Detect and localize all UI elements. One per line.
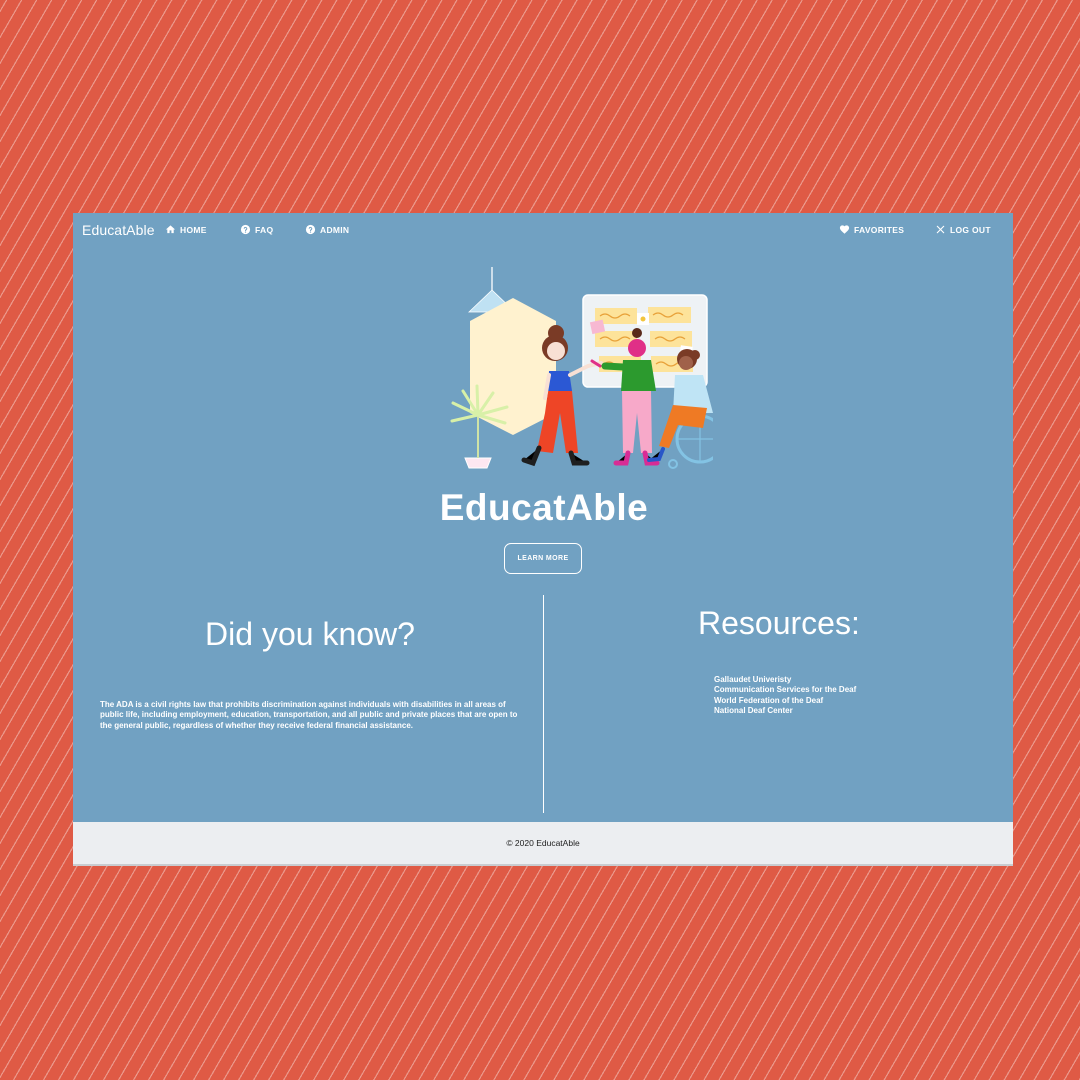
copyright-text: © 2020 EducatAble — [506, 838, 580, 848]
home-icon — [165, 225, 176, 234]
resources-heading: Resources: — [698, 605, 860, 641]
nav-faq-label: FAQ — [255, 224, 274, 235]
app-screen: EducatAble HOME FAQ ADMIN FAVORITES LOG … — [73, 213, 1013, 866]
resource-link[interactable]: World Federation of the Deaf — [714, 696, 856, 706]
nav-faq[interactable]: FAQ — [240, 224, 273, 235]
hero-title: EducatAble — [73, 487, 1013, 529]
did-you-know-heading: Did you know? — [205, 616, 415, 652]
navbar: EducatAble HOME FAQ ADMIN FAVORITES LOG … — [73, 213, 1013, 249]
resource-link[interactable]: National Deaf Center — [714, 706, 856, 716]
nav-favorites[interactable]: FAVORITES — [839, 224, 904, 235]
footer: © 2020 EducatAble — [73, 822, 1013, 866]
close-icon — [936, 225, 945, 234]
nav-home[interactable]: HOME — [165, 224, 207, 235]
nav-admin-label: ADMIN — [320, 224, 350, 235]
people-collaborating-illustration: ? — [450, 267, 713, 469]
did-you-know-text: The ADA is a civil rights law that prohi… — [100, 700, 518, 730]
nav-logout[interactable]: LOG OUT — [935, 224, 991, 235]
nav-admin[interactable]: ADMIN — [305, 224, 349, 235]
help-circle-icon — [240, 224, 251, 235]
resource-link[interactable]: Gallaudet Univeristy — [714, 675, 856, 685]
nav-favorites-label: FAVORITES — [854, 224, 905, 235]
nav-logout-label: LOG OUT — [950, 224, 991, 235]
resource-link[interactable]: Communication Services for the Deaf — [714, 685, 856, 695]
help-circle-icon — [305, 224, 316, 235]
heart-icon — [839, 225, 850, 234]
brand-logo[interactable]: EducatAble — [82, 222, 155, 238]
learn-more-button[interactable]: LEARN MORE — [504, 543, 582, 574]
resources-list: Gallaudet Univeristy Communication Servi… — [714, 675, 856, 717]
nav-home-label: HOME — [180, 224, 207, 235]
hero-title-text: EducatAble — [439, 487, 649, 528]
